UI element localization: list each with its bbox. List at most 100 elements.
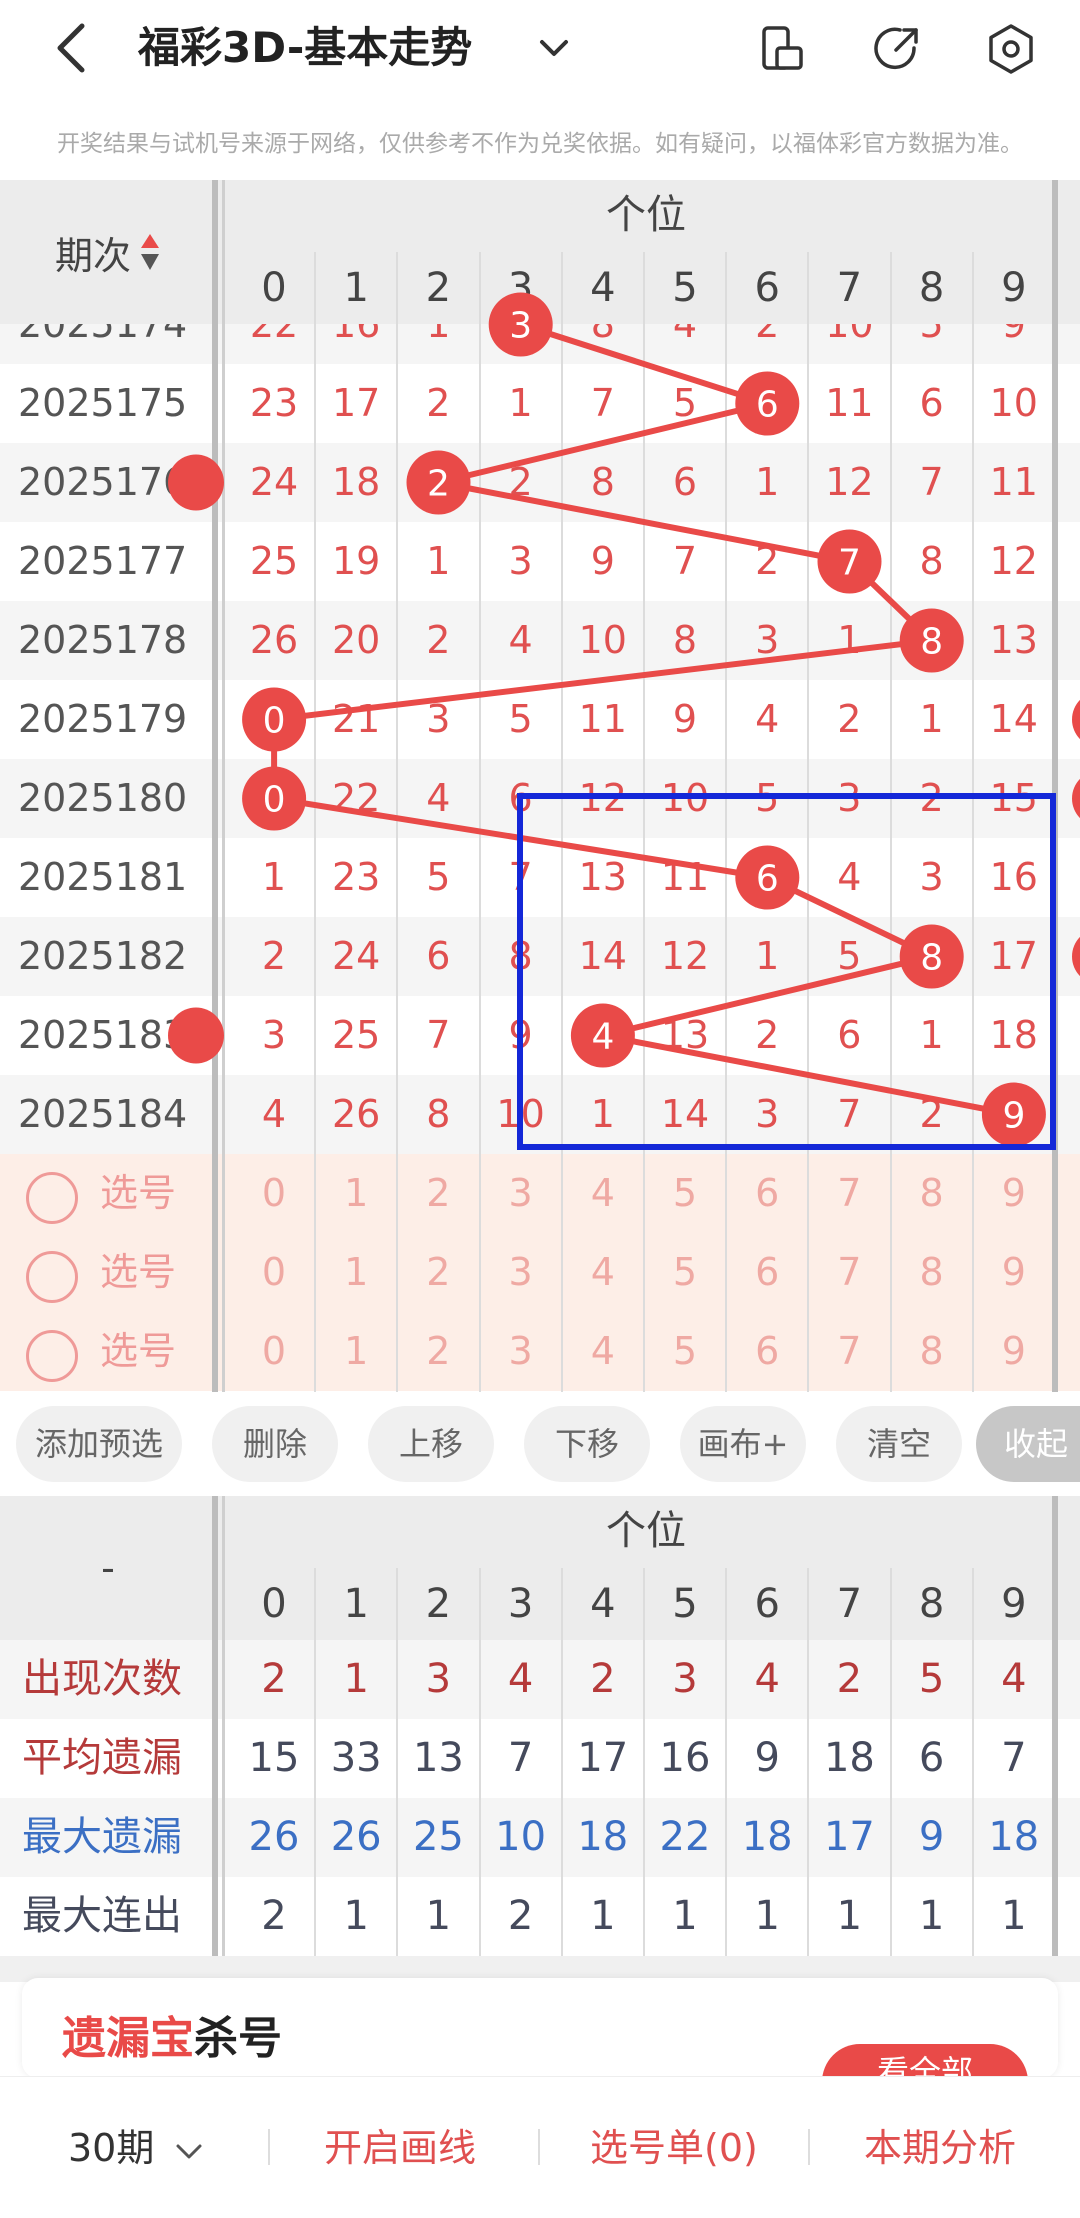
stats-digit-header-3: 3: [507, 1581, 534, 1627]
hit-ball-number: 3: [509, 306, 532, 347]
column-divider: [222, 1496, 225, 1956]
stats-digit-header-5: 5: [672, 1581, 698, 1627]
pick-list-button[interactable]: 选号单(0): [590, 2077, 758, 2218]
stats-digit-header-2: 2: [425, 1581, 452, 1627]
grid-line: [889, 1568, 892, 1956]
settings-hexagon-icon[interactable]: [984, 22, 1038, 76]
stats-value-cell: 17: [823, 1814, 875, 1860]
grid-line: [314, 1568, 317, 1956]
grid-line: [807, 1568, 810, 1956]
hit-ball[interactable]: 8: [899, 608, 964, 673]
stats-value-cell: 2: [836, 1656, 863, 1702]
page-title[interactable]: 福彩3D-基本走势: [138, 20, 472, 76]
stats-corner-label: -: [101, 1546, 115, 1590]
stats-value-cell: 2: [590, 1656, 616, 1702]
stats-table-header: - 个位 0 1 2 3 4 5 6 7 8 9: [0, 1496, 1080, 1640]
stats-digit-header-6: 6: [754, 1581, 780, 1627]
miss-treasure-card[interactable]: 遗漏宝杀号 看全部: [22, 1978, 1058, 2078]
stats-value-cell: 3: [425, 1656, 452, 1702]
stats-value-cell: 5: [918, 1656, 945, 1702]
nav-separator: [808, 2129, 810, 2165]
toolbar-button-4[interactable]: 画布+: [680, 1406, 806, 1482]
toolbar-button-6[interactable]: 收起: [976, 1406, 1080, 1482]
stats-value-cell: 2: [261, 1893, 287, 1939]
stats-value-cell: 1: [1001, 1893, 1027, 1939]
period-count-select[interactable]: 30期: [68, 2077, 206, 2218]
offscreen-hit-ball: [168, 1007, 224, 1064]
hit-ball[interactable]: 2: [406, 450, 471, 515]
stats-value-cell: 7: [1001, 1735, 1027, 1781]
hit-ball[interactable]: 6: [735, 371, 800, 436]
stats-value-cell: 1: [836, 1893, 863, 1939]
stats-value-cell: 4: [754, 1656, 780, 1702]
stats-table: - 个位 0123456789 出现次数 2 1 3 4 2 3 4 2 5 4 平均遗漏 15 33 13…: [0, 1496, 1080, 1956]
hit-ball-number: 8: [920, 938, 943, 979]
stats-digit-header-4: 4: [590, 1581, 616, 1627]
stats-value-cell: 1: [425, 1893, 452, 1939]
stats-digit-header-1: 1: [343, 1581, 369, 1627]
stats-digit-header-0: 0: [261, 1581, 287, 1627]
card-title-rest: 杀号: [194, 2013, 282, 2064]
stats-row-label: 最大遗漏: [22, 1814, 182, 1860]
toolbar-button-0[interactable]: 添加预选: [16, 1406, 182, 1482]
stats-row-label: 出现次数: [22, 1656, 182, 1702]
offscreen-hit-ball: [1072, 936, 1080, 977]
chevron-down-icon[interactable]: [534, 28, 574, 68]
hit-ball[interactable]: 3: [488, 292, 553, 357]
toolbar-button-5[interactable]: 清空: [836, 1406, 962, 1482]
stats-row-label: 最大连出: [22, 1893, 182, 1939]
hit-ball[interactable]: 8: [899, 924, 964, 989]
stats-value-cell: 13: [412, 1735, 464, 1781]
period-analysis-button[interactable]: 本期分析: [864, 2077, 1016, 2218]
grid-line: [396, 1568, 399, 1956]
hit-ball[interactable]: 6: [735, 845, 800, 910]
phone-rotate-icon[interactable]: [755, 22, 809, 76]
column-divider: [212, 1496, 218, 1956]
draw-line-button[interactable]: 开启画线: [324, 2077, 476, 2218]
stats-value-cell: 18: [988, 1814, 1040, 1860]
stats-value-cell: 6: [918, 1735, 945, 1781]
hit-ball[interactable]: 4: [570, 1003, 635, 1068]
hit-ball[interactable]: 9: [981, 1082, 1046, 1147]
stats-value-cell: 1: [343, 1656, 369, 1702]
view-all-button[interactable]: 看全部: [822, 2044, 1028, 2078]
chevron-down-icon: [176, 2144, 202, 2158]
stats-value-cell: 1: [590, 1893, 616, 1939]
hit-ball-number: 8: [920, 622, 943, 663]
hit-ball-number: 2: [427, 464, 450, 505]
stats-value-cell: 18: [577, 1814, 629, 1860]
toolbar-button-1[interactable]: 删除: [212, 1406, 338, 1482]
stats-row-label: 平均遗漏: [22, 1735, 182, 1781]
hit-ball-number: 7: [838, 543, 861, 584]
stats-value-cell: 9: [754, 1735, 780, 1781]
share-arrow-icon[interactable]: [870, 22, 924, 76]
toolbar-button-3[interactable]: 下移: [524, 1406, 650, 1482]
stats-value-cell: 22: [659, 1814, 711, 1860]
hit-ball[interactable]: 0: [242, 687, 307, 752]
card-title-highlight: 遗漏宝: [62, 2013, 194, 2064]
stats-value-cell: 1: [343, 1893, 369, 1939]
stats-value-cell: 10: [495, 1814, 547, 1860]
stats-value-cell: 1: [918, 1893, 945, 1939]
stats-digit-header-9: 9: [1001, 1581, 1027, 1627]
stats-value-cell: 9: [918, 1814, 945, 1860]
stats-value-cell: 26: [248, 1814, 300, 1860]
card-title: 遗漏宝杀号: [62, 2002, 282, 2066]
stats-row: 出现次数 2 1 3 4 2 3 4 2 5 4: [0, 1640, 1080, 1719]
offscreen-hit-ball: [1072, 699, 1080, 740]
hit-ball[interactable]: 7: [817, 529, 882, 594]
column-divider: [1052, 1496, 1058, 1956]
stats-value-cell: 33: [330, 1735, 382, 1781]
stats-value-cell: 25: [412, 1814, 464, 1860]
stats-digit-header-8: 8: [918, 1581, 945, 1627]
toolbar-button-2[interactable]: 上移: [368, 1406, 494, 1482]
stats-row: 平均遗漏 15 33 13 7 17 16 9 18 6 7: [0, 1719, 1080, 1798]
hit-ball-number: 9: [1002, 1096, 1025, 1137]
pick-toolbar: 添加预选 删除 上移 下移 画布+ 清空 收起: [0, 1392, 1080, 1496]
nav-separator: [538, 2129, 540, 2165]
hit-ball[interactable]: 0: [242, 766, 307, 831]
stats-value-cell: 4: [507, 1656, 534, 1702]
back-arrow-icon[interactable]: [46, 20, 98, 76]
stats-value-cell: 7: [507, 1735, 534, 1781]
disclaimer-text: 开奖结果与试机号来源于网络，仅供参考不作为兑奖依据。如有疑问，以福体彩官方数据为…: [57, 131, 1023, 157]
